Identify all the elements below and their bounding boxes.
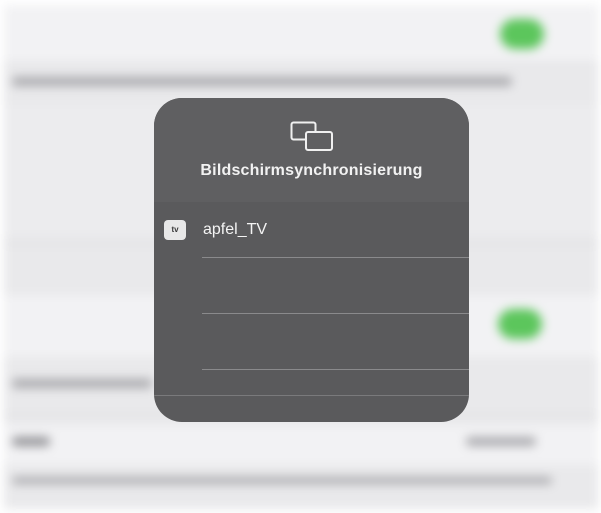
device-row-empty (154, 258, 469, 314)
bg-text-line (466, 437, 536, 446)
apple-tv-badge-label: tv (171, 225, 179, 234)
device-name: apfel_TV (203, 221, 268, 238)
device-list: tv apfel_TV (154, 202, 469, 370)
device-row-apfel-tv[interactable]: tv apfel_TV (154, 202, 469, 258)
bg-text-line (12, 77, 512, 86)
screen-mirroring-panel: Bildschirmsynchronisierung tv apfel_TV (154, 98, 469, 422)
bg-text-line (12, 379, 152, 388)
screen: Bildschirmsynchronisierung tv apfel_TV (0, 0, 601, 513)
toggle-switch (498, 309, 542, 339)
toggle-switch (500, 19, 544, 49)
bg-text-line (12, 477, 552, 484)
screen-mirroring-icon (290, 121, 333, 151)
panel-header: Bildschirmsynchronisierung (154, 98, 469, 202)
panel-title: Bildschirmsynchronisierung (200, 162, 423, 179)
bg-text-line (12, 437, 50, 446)
panel-footer-divider (154, 395, 469, 396)
row-divider (202, 369, 469, 370)
bg-divider (4, 63, 598, 64)
apple-tv-icon: tv (164, 220, 186, 240)
device-row-empty (154, 314, 469, 370)
